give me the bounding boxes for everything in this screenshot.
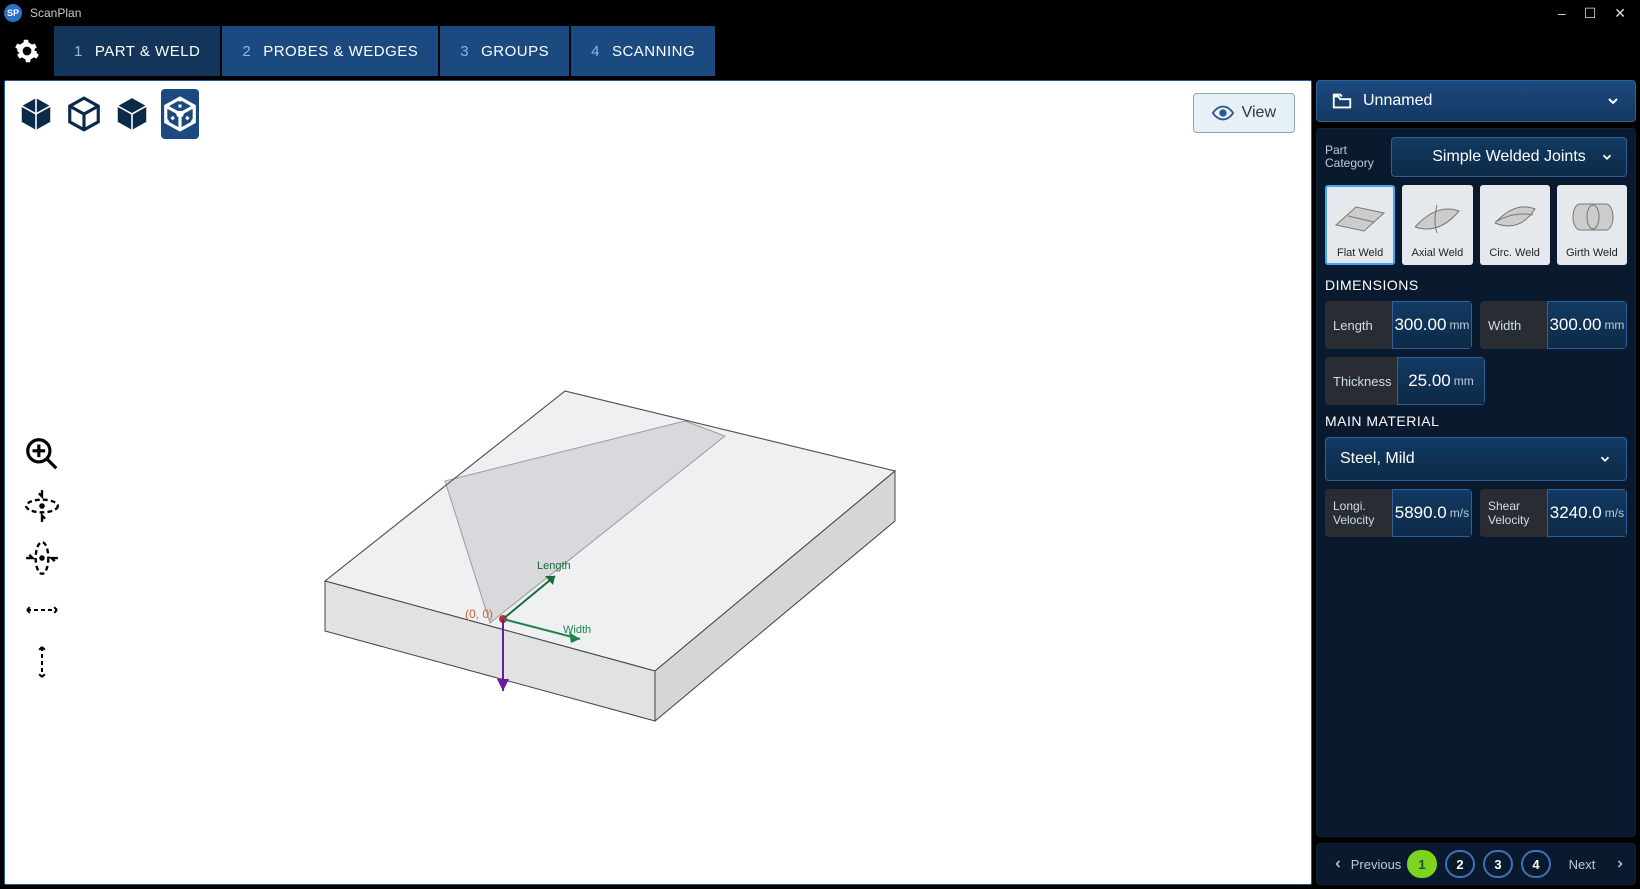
viewport-3d[interactable]: View (0, 0) Length Width xyxy=(4,80,1312,885)
zoom-in-icon xyxy=(23,435,61,473)
next-button[interactable]: Next xyxy=(1567,849,1597,879)
titlebar: SP ScanPlan – ☐ ✕ xyxy=(0,0,1640,26)
tab-part-weld[interactable]: 1PART & WELD xyxy=(54,26,220,76)
step-indicator-3[interactable]: 3 xyxy=(1483,850,1513,878)
chevron-down-icon xyxy=(1605,93,1621,109)
step-nav: Previous 1 2 3 4 Next xyxy=(1316,843,1636,885)
orbit-icon xyxy=(23,487,61,525)
svg-text:(0, 0): (0, 0) xyxy=(465,607,493,621)
flat-weld-icon xyxy=(1332,197,1388,237)
width-label: Width xyxy=(1480,301,1547,349)
svg-text:Width: Width xyxy=(563,624,591,636)
thickness-input[interactable]: 25.00mm xyxy=(1397,357,1485,405)
file-dropdown[interactable]: Unnamed xyxy=(1316,80,1636,122)
main-tabs: 1PART & WELD 2PROBES & WEDGES 3GROUPS 4S… xyxy=(0,26,1640,76)
cube-solid-icon xyxy=(17,95,55,133)
chevron-down-icon xyxy=(1598,452,1612,466)
step-indicator-4[interactable]: 4 xyxy=(1521,850,1551,878)
shade-solid-button[interactable] xyxy=(17,89,55,139)
step-indicator-2[interactable]: 2 xyxy=(1445,850,1475,878)
step-indicator-1[interactable]: 1 xyxy=(1407,850,1437,878)
weld-type-girth[interactable]: Girth Weld xyxy=(1557,185,1627,265)
shade-xray-button[interactable] xyxy=(161,89,199,139)
girth-weld-icon xyxy=(1564,197,1620,237)
thickness-label: Thickness xyxy=(1325,357,1397,405)
zoom-tool[interactable] xyxy=(19,431,65,477)
cube-xray-icon xyxy=(161,95,199,133)
properties-panel: Part Category Simple Welded Joints Flat … xyxy=(1316,128,1636,837)
weld-type-circ[interactable]: Circ. Weld xyxy=(1480,185,1550,265)
view-button[interactable]: View xyxy=(1193,93,1295,133)
shade-wire-button[interactable] xyxy=(65,89,103,139)
tab-probes-wedges[interactable]: 2PROBES & WEDGES xyxy=(222,26,438,76)
tab-scanning[interactable]: 4SCANNING xyxy=(571,26,715,76)
length-label: Length xyxy=(1325,301,1392,349)
longi-velocity-input[interactable]: 5890.0m/s xyxy=(1392,489,1472,537)
shear-velocity-input[interactable]: 3240.0m/s xyxy=(1547,489,1627,537)
maximize-icon[interactable]: ☐ xyxy=(1584,5,1597,22)
arrow-horizontal-icon xyxy=(23,600,61,620)
arrow-vertical-icon xyxy=(32,643,52,681)
window-title: ScanPlan xyxy=(30,6,81,20)
rotate-tool[interactable] xyxy=(19,535,65,581)
part-category-select[interactable]: Simple Welded Joints xyxy=(1391,137,1627,177)
dimensions-header: DIMENSIONS xyxy=(1325,277,1627,293)
folder-open-icon xyxy=(1331,90,1353,112)
weld-type-flat[interactable]: Flat Weld xyxy=(1325,185,1395,265)
close-icon[interactable]: ✕ xyxy=(1614,5,1626,22)
shear-velocity-label: Shear Velocity xyxy=(1480,489,1547,537)
material-select[interactable]: Steel, Mild xyxy=(1325,437,1627,481)
tab-groups[interactable]: 3GROUPS xyxy=(440,26,569,76)
app-logo: SP xyxy=(4,4,22,22)
pan-vertical-tool[interactable] xyxy=(19,639,65,685)
cube-hidden-icon xyxy=(113,95,151,133)
cube-wire-icon xyxy=(65,95,103,133)
previous-arrow[interactable] xyxy=(1323,849,1353,879)
minimize-icon[interactable]: – xyxy=(1558,5,1566,22)
orbit-tool[interactable] xyxy=(19,483,65,529)
width-input[interactable]: 300.00mm xyxy=(1547,301,1627,349)
length-input[interactable]: 300.00mm xyxy=(1392,301,1472,349)
next-arrow[interactable] xyxy=(1605,849,1635,879)
chevron-down-icon xyxy=(1600,150,1614,164)
file-name: Unnamed xyxy=(1363,92,1432,110)
shade-hidden-button[interactable] xyxy=(113,89,151,139)
part-category-label: Part Category xyxy=(1325,144,1383,170)
chevron-left-icon xyxy=(1332,858,1344,870)
svg-text:Length: Length xyxy=(537,560,571,572)
chevron-right-icon xyxy=(1614,858,1626,870)
previous-button[interactable]: Previous xyxy=(1361,849,1391,879)
circ-weld-icon xyxy=(1487,197,1543,237)
rotate-icon xyxy=(23,539,61,577)
eye-icon xyxy=(1212,102,1234,124)
axial-weld-icon xyxy=(1409,197,1465,237)
weld-type-axial[interactable]: Axial Weld xyxy=(1402,185,1472,265)
settings-button[interactable] xyxy=(0,26,54,76)
material-header: MAIN MATERIAL xyxy=(1325,413,1627,429)
gear-icon xyxy=(14,38,40,64)
longi-velocity-label: Longi. Velocity xyxy=(1325,489,1392,537)
part-3d-model: (0, 0) Length Width xyxy=(255,381,935,781)
pan-horizontal-tool[interactable] xyxy=(19,587,65,633)
